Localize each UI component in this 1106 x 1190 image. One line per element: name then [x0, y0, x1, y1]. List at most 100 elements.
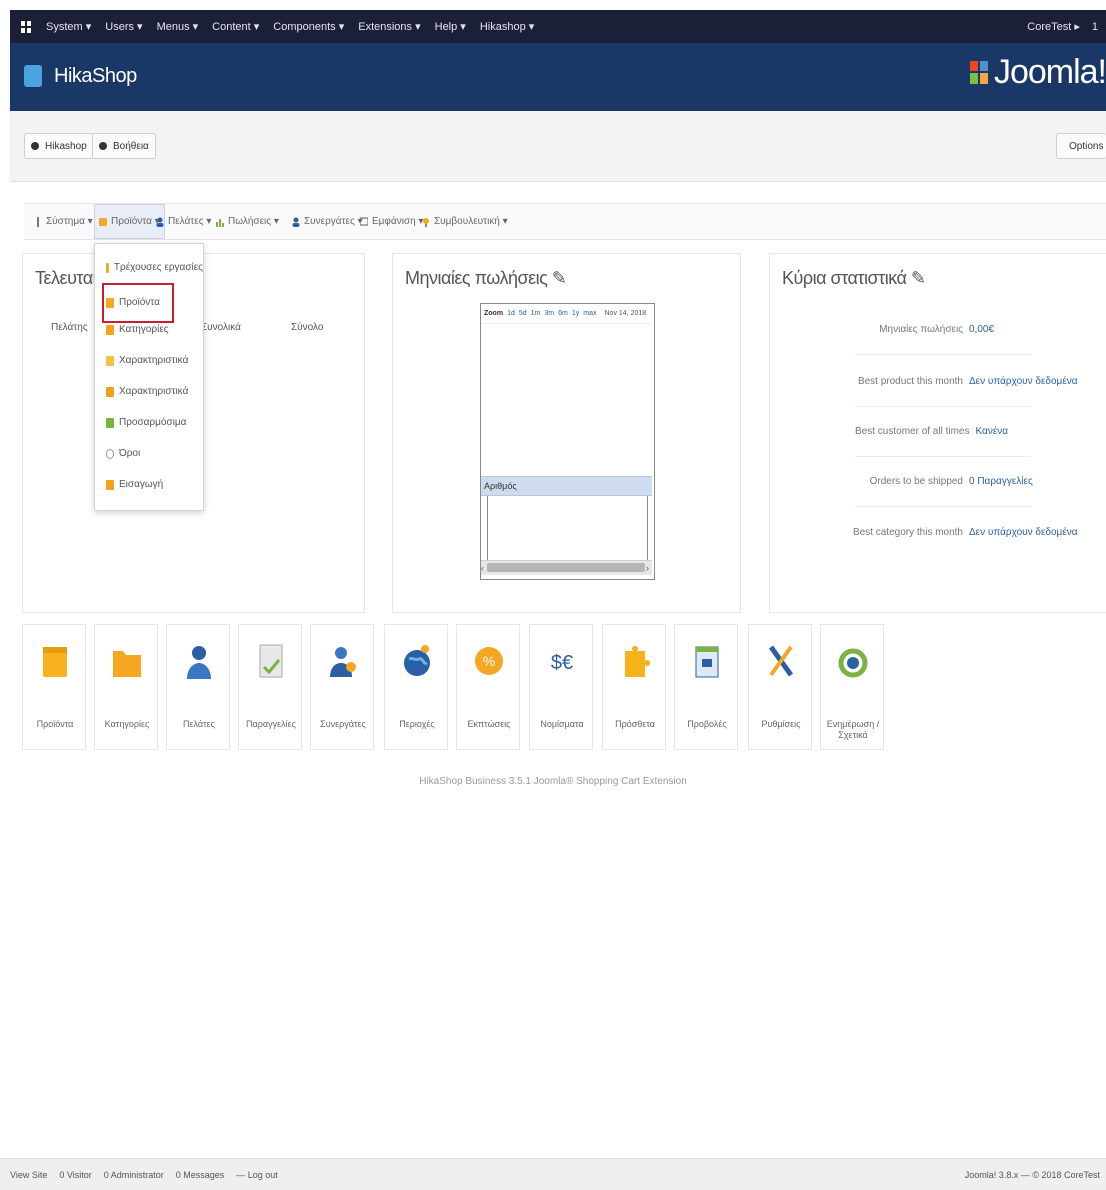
- submenu-sales[interactable]: Πωλήσεις ▾: [216, 204, 279, 239]
- menu-system[interactable]: System ▾: [46, 20, 91, 33]
- zoom-1m[interactable]: 1m: [531, 310, 541, 317]
- highlight-box: [102, 283, 174, 323]
- currency-icon: $€: [551, 652, 573, 674]
- svg-text:$€: $€: [551, 652, 573, 674]
- sales-chart[interactable]: Zoom 1d 5d 1m 3m 6m 1y max Nov 14, 2018 …: [480, 303, 655, 580]
- submenu-display[interactable]: Εμφάνιση ▾: [360, 204, 423, 239]
- toolbar: Hikashop Βοήθεια Options: [10, 111, 1106, 182]
- joomla-menu-icon[interactable]: [20, 20, 32, 34]
- stat-label: Μηνιαίες πωλήσεις: [879, 323, 963, 335]
- icon-currencies[interactable]: $€ Νομίσματα: [529, 624, 593, 750]
- dropdown-item[interactable]: Χαρακτηριστικά: [95, 376, 203, 407]
- view-site-link[interactable]: View Site: [10, 1170, 47, 1180]
- icon-views[interactable]: Προβολές: [674, 624, 738, 750]
- svg-text:%: %: [483, 653, 495, 669]
- customer-icon: [187, 646, 211, 679]
- help-button-label: Βοήθεια: [113, 140, 149, 152]
- icon-configuration[interactable]: Ρυθμίσεις: [748, 624, 812, 750]
- dropdown-item[interactable]: Προσαρμόσιμα: [95, 407, 203, 438]
- product-icon: [99, 217, 107, 226]
- menu-content[interactable]: Content ▾: [212, 20, 259, 33]
- terms-icon: [106, 448, 114, 459]
- submenu-customers[interactable]: Πελάτες ▾: [156, 204, 211, 239]
- stat-value[interactable]: 0 Παραγγελίες: [969, 476, 1033, 487]
- icon-updates[interactable]: Ενημέρωση / Σχετικά: [820, 624, 884, 750]
- user-icon: [156, 217, 164, 227]
- stat-label: Orders to be shipped: [869, 475, 963, 487]
- menu-users[interactable]: Users ▾: [105, 20, 142, 33]
- chart-scroll-thumb[interactable]: [487, 563, 645, 572]
- version-info: Joomla! 3.8.x — © 2018 CoreTest: [964, 1169, 1100, 1180]
- status-bar: View Site 0 Visitor 0 Administrator 0 Me…: [0, 1158, 1106, 1190]
- user-menu[interactable]: 1: [1092, 21, 1098, 33]
- dropdown-item[interactable]: Χαρακτηριστικά: [95, 345, 203, 376]
- submenu-consulting[interactable]: Συμβουλευτική ▾: [422, 204, 508, 239]
- zoom-3m[interactable]: 3m: [544, 310, 554, 317]
- icon-products[interactable]: Προϊόντα: [22, 624, 86, 750]
- icon-orders[interactable]: Παραγγελίες: [238, 624, 302, 750]
- dropdown-item-label: Προσαρμόσιμα: [119, 417, 187, 428]
- stat-value[interactable]: Δεν υπάρχουν δεδομένα: [969, 376, 1078, 387]
- menu-hikashop[interactable]: Hikashop ▾: [480, 20, 534, 33]
- options-button[interactable]: Options: [1056, 133, 1106, 159]
- zoom-1y[interactable]: 1y: [572, 310, 579, 317]
- submenu-label: Προϊόντα ▾: [111, 216, 160, 227]
- icon-label: Εκπτώσεις: [467, 719, 511, 729]
- wrench-icon: [37, 216, 39, 227]
- zoom-5d[interactable]: 5d: [519, 310, 527, 317]
- box-icon: [43, 647, 67, 677]
- menu-extensions[interactable]: Extensions ▾: [358, 20, 420, 33]
- menu-menus[interactable]: Menus ▾: [157, 20, 199, 33]
- custom-field-icon: [106, 417, 114, 428]
- submenu-system[interactable]: Σύστημα ▾: [34, 204, 93, 239]
- help-button[interactable]: Βοήθεια: [92, 133, 156, 159]
- zoom-max[interactable]: max: [583, 310, 596, 317]
- category-icon: [106, 324, 114, 335]
- dropdown-item-label: Χαρακτηριστικά: [119, 355, 189, 366]
- icon-discounts[interactable]: % Εκπτώσεις: [456, 624, 520, 750]
- submenu-affiliates[interactable]: Συνεργάτες ▾: [292, 204, 363, 239]
- messages-link[interactable]: 0 Messages: [176, 1170, 225, 1180]
- dropdown-item[interactable]: Εισαγωγή: [95, 469, 203, 500]
- admins-badge: 0 Administrator: [103, 1169, 164, 1180]
- scroll-right-icon[interactable]: ›: [646, 562, 652, 574]
- submenu-products[interactable]: Προϊόντα ▾: [94, 204, 165, 239]
- import-icon: [106, 479, 114, 490]
- submenu-label: Πωλήσεις ▾: [228, 216, 279, 227]
- products-dropdown-menu: Τρέχουσες εργασίες Προϊόντα Κατηγορίες Χ…: [94, 243, 204, 511]
- logout-link[interactable]: — Log out: [236, 1170, 278, 1180]
- joomla-wordmark: Joomla!: [993, 53, 1106, 91]
- icon-customers[interactable]: Πελάτες: [166, 624, 230, 750]
- affiliate-icon: [292, 217, 300, 227]
- main-stats-title[interactable]: Κύρια στατιστικά ✎: [782, 268, 926, 289]
- chart-scrollbar[interactable]: ‹ ›: [481, 560, 652, 575]
- hikashop-button[interactable]: Hikashop: [24, 133, 94, 159]
- icon-categories[interactable]: Κατηγορίες: [94, 624, 158, 750]
- icon-label: Πελάτες: [183, 719, 215, 729]
- icon-affiliates[interactable]: Συνεργάτες: [310, 624, 374, 750]
- site-link[interactable]: CoreTest ▸: [1027, 20, 1080, 33]
- display-icon: [360, 216, 368, 226]
- menu-components[interactable]: Components ▾: [273, 20, 344, 33]
- stat-value[interactable]: Κανένα: [975, 426, 1031, 437]
- column-customer: Πελάτης: [51, 322, 88, 333]
- zoom-1d[interactable]: 1d: [507, 310, 515, 317]
- affiliate-icon: [330, 647, 356, 677]
- tasks-icon: [106, 262, 109, 273]
- icon-zones[interactable]: Περιοχές: [384, 624, 448, 750]
- stat-value[interactable]: Δεν υπάρχουν δεδομένα: [969, 527, 1078, 538]
- dropdown-item[interactable]: Όροι: [95, 438, 203, 469]
- menu-help[interactable]: Help ▾: [435, 20, 466, 33]
- icon-label: Ρυθμίσεις: [761, 719, 801, 729]
- gear-icon: [31, 142, 39, 150]
- dropdown-item[interactable]: Τρέχουσες εργασίες: [95, 252, 203, 283]
- options-button-label: Options: [1069, 140, 1104, 152]
- monthly-sales-title[interactable]: Μηνιαίες πωλήσεις ✎: [405, 268, 567, 289]
- submenu-label: Συνεργάτες ▾: [304, 216, 363, 227]
- zoom-6m[interactable]: 6m: [558, 310, 568, 317]
- page-title: HikaShop: [54, 65, 137, 87]
- stat-row: Orders to be shipped 0 Παραγγελίες: [855, 456, 1033, 507]
- submenu-label: Σύστημα ▾: [46, 216, 93, 227]
- icon-label: Προϊόντα: [36, 719, 74, 729]
- icon-plugins[interactable]: Πρόσθετα: [602, 624, 666, 750]
